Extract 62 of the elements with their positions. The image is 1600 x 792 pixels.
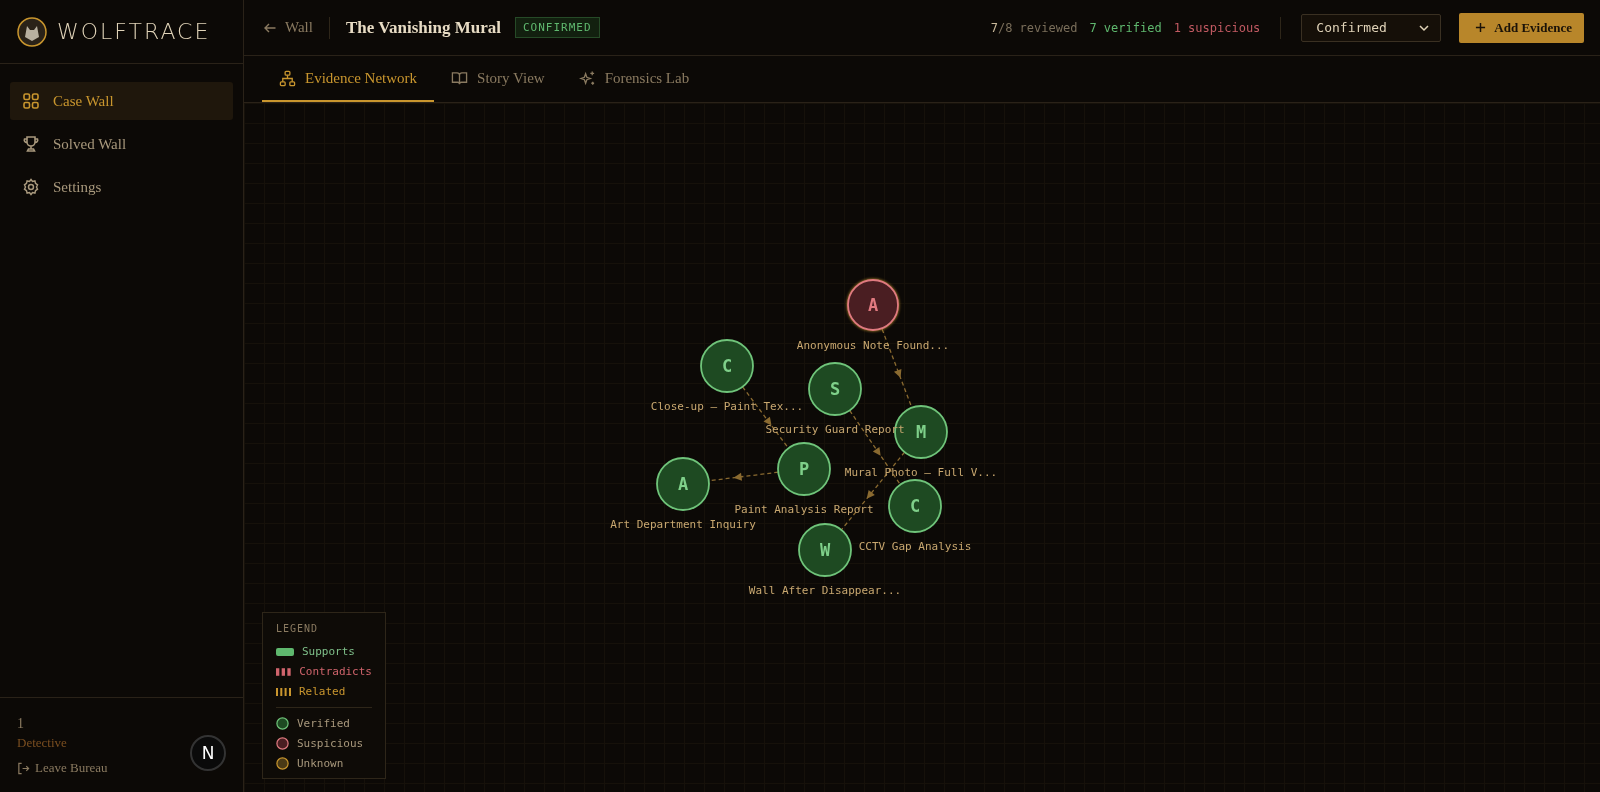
- dev-tools-badge[interactable]: N: [190, 735, 226, 771]
- evidence-node[interactable]: [656, 457, 710, 511]
- node-label: Art Department Inquiry: [610, 518, 756, 531]
- suspicious-count: 1 suspicious: [1173, 20, 1261, 35]
- node-initial: S: [829, 379, 841, 399]
- legend-label: Supports: [302, 645, 355, 658]
- book-icon: [451, 69, 469, 87]
- solid-line-swatch-icon: [276, 647, 294, 656]
- leave-button[interactable]: Leave Bureau: [17, 760, 108, 776]
- plus-icon: [1475, 22, 1487, 33]
- node-label: Paint Analysis Report: [734, 503, 874, 516]
- reviewed-count: 7/8 reviewed: [990, 20, 1078, 35]
- status-dot-icon: [276, 737, 289, 750]
- node-initial: C: [721, 356, 733, 376]
- status-badge: CONFIRMED: [514, 17, 600, 38]
- node-initial: C: [909, 496, 921, 516]
- legend-label: Unknown: [297, 757, 344, 770]
- detective-count: 1: [17, 716, 24, 732]
- logout-icon: [17, 761, 30, 775]
- status-dot-icon: [276, 717, 289, 730]
- sparkle-icon: [578, 69, 596, 87]
- view-tab[interactable]: Forensics Lab: [561, 56, 707, 102]
- back-link[interactable]: Wall: [263, 19, 313, 36]
- evidence-node[interactable]: [808, 362, 862, 416]
- view-tab[interactable]: Story View: [434, 56, 562, 102]
- node-label: CCTV Gap Analysis: [858, 540, 972, 553]
- sidebar-item[interactable]: Case Wall: [10, 82, 233, 120]
- evidence-node[interactable]: [847, 279, 899, 331]
- dashed-line-swatch-icon: [276, 667, 292, 676]
- legend-label: Related: [299, 685, 346, 698]
- hierarchy-icon: [279, 69, 296, 87]
- node-initial: P: [798, 459, 810, 479]
- evidence-node[interactable]: [888, 479, 942, 533]
- app-logo: WOLFTRACE: [57, 19, 211, 44]
- case-title: The Vanishing Mural: [345, 17, 501, 38]
- dotted-line-swatch-icon: [276, 687, 291, 696]
- add-evidence-button[interactable]: Add Evidence: [1459, 12, 1584, 43]
- wolf-logo-icon: [17, 16, 47, 47]
- trophy-icon: [22, 135, 40, 153]
- node-initial: M: [915, 422, 927, 442]
- node-label: Wall After Disappear...: [748, 584, 902, 597]
- grid-icon: [22, 92, 40, 110]
- status-dropdown[interactable]: Confirmed: [1301, 13, 1442, 42]
- sidebar-item[interactable]: Solved Wall: [10, 125, 233, 163]
- node-initial: A: [677, 474, 689, 494]
- evidence-node[interactable]: [798, 523, 852, 577]
- node-initial: A: [867, 295, 879, 315]
- evidence-node[interactable]: [777, 442, 831, 496]
- node-label: Mural Photo – Full V...: [844, 466, 998, 479]
- verified-count: 7 verified: [1089, 20, 1162, 35]
- sidebar-item[interactable]: Settings: [10, 168, 233, 206]
- detective-rank: Detective: [17, 735, 67, 751]
- legend-label: Verified: [297, 717, 350, 730]
- node-label: Anonymous Note Found...: [796, 339, 950, 352]
- legend-title: LEGEND: [276, 623, 320, 634]
- node-initial: W: [819, 540, 831, 560]
- legend-label: Suspicious: [297, 737, 364, 750]
- node-label: Close-up – Paint Tex...: [650, 400, 804, 413]
- legend-label: Contradicts: [299, 665, 372, 678]
- settings-icon: [22, 178, 40, 196]
- evidence-node[interactable]: [700, 339, 754, 393]
- status-dot-icon: [276, 757, 289, 770]
